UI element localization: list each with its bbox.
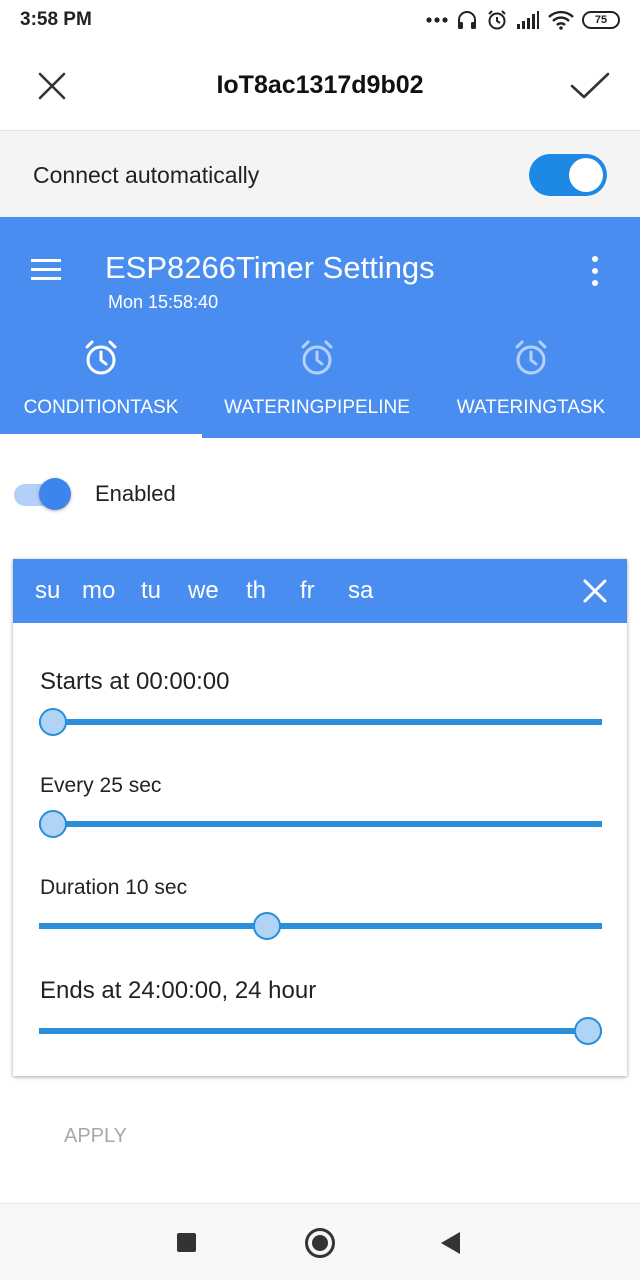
check-icon bbox=[570, 72, 610, 99]
starts-at-slider[interactable] bbox=[39, 707, 602, 737]
square-icon[interactable] bbox=[177, 1233, 196, 1252]
toggle-knob bbox=[569, 158, 603, 192]
close-icon bbox=[583, 579, 607, 603]
starts-at-label: Starts at 00:00:00 bbox=[40, 668, 230, 695]
connect-automatically-label: Connect automatically bbox=[33, 162, 260, 188]
slider-thumb[interactable] bbox=[39, 708, 67, 736]
headset-icon bbox=[456, 9, 478, 31]
every-slider[interactable] bbox=[39, 809, 602, 839]
slider-track bbox=[39, 923, 602, 929]
status-time: 3:58 PM bbox=[20, 9, 92, 30]
slider-thumb[interactable] bbox=[253, 912, 281, 940]
tab-label: CONDITIONTASK bbox=[23, 397, 179, 418]
status-icons: 75 bbox=[426, 8, 620, 32]
alarm-icon bbox=[85, 340, 117, 375]
battery-icon: 75 bbox=[582, 11, 620, 29]
status-bar: 3:58 PM 75 bbox=[0, 0, 640, 40]
day-sa[interactable]: sa bbox=[348, 577, 373, 605]
slider-track bbox=[39, 821, 602, 827]
day-fr[interactable]: fr bbox=[300, 577, 315, 605]
every-label: Every 25 sec bbox=[40, 774, 162, 797]
slider-thumb[interactable] bbox=[39, 810, 67, 838]
back-triangle-icon[interactable] bbox=[441, 1232, 460, 1254]
weekday-header: su mo tu we th fr sa bbox=[13, 559, 627, 623]
home-circle-icon[interactable] bbox=[305, 1228, 335, 1258]
dialog-title: IoT8ac1317d9b02 bbox=[216, 71, 424, 99]
day-tu[interactable]: tu bbox=[141, 577, 161, 605]
toggle-knob bbox=[39, 478, 71, 510]
tab-indicator bbox=[0, 434, 202, 438]
more-vert-icon[interactable] bbox=[580, 253, 610, 289]
tab-label: WATERINGPIPELINE bbox=[224, 397, 410, 418]
connect-automatically-toggle[interactable] bbox=[529, 154, 607, 196]
duration-slider[interactable] bbox=[39, 911, 602, 941]
tab-wateringtask[interactable]: WATERINGTASK bbox=[432, 339, 630, 438]
enabled-toggle[interactable] bbox=[14, 478, 71, 510]
menu-button[interactable] bbox=[28, 255, 64, 283]
app-bar: ESP8266Timer Settings Mon 15:58:40 CONDI… bbox=[0, 217, 640, 438]
enabled-label: Enabled bbox=[95, 481, 176, 506]
alarm-icon bbox=[486, 9, 508, 31]
day-su[interactable]: su bbox=[35, 577, 60, 605]
duration-label: Duration 10 sec bbox=[40, 876, 188, 899]
alarm-icon bbox=[301, 340, 333, 375]
ends-at-slider[interactable] bbox=[39, 1016, 602, 1046]
system-nav-bar bbox=[0, 1203, 640, 1280]
confirm-button[interactable] bbox=[566, 64, 614, 108]
alarm-icon bbox=[515, 340, 547, 375]
tab-label: WATERINGTASK bbox=[456, 397, 606, 418]
connect-automatically-row: Connect automatically bbox=[0, 130, 640, 217]
dialog-header: IoT8ac1317d9b02 bbox=[0, 40, 640, 130]
app-subtitle: Mon 15:58:40 bbox=[108, 292, 219, 312]
day-th[interactable]: th bbox=[246, 577, 266, 605]
tab-wateringpipeline[interactable]: WATERINGPIPELINE bbox=[202, 339, 432, 438]
card-close-button[interactable] bbox=[581, 577, 609, 605]
ends-at-label: Ends at 24:00:00, 24 hour bbox=[40, 977, 317, 1004]
slider-track bbox=[39, 719, 602, 725]
slider-thumb[interactable] bbox=[574, 1017, 602, 1045]
slider-track bbox=[39, 1028, 602, 1034]
apply-button[interactable]: APPLY bbox=[64, 1125, 127, 1148]
more-dots-icon bbox=[426, 17, 448, 23]
wifi-icon bbox=[548, 10, 574, 30]
day-we[interactable]: we bbox=[188, 577, 219, 605]
day-mo[interactable]: mo bbox=[82, 577, 115, 605]
signal-icon bbox=[516, 10, 540, 30]
app-title: ESP8266Timer Settings bbox=[105, 250, 435, 285]
schedule-card: su mo tu we th fr sa Starts at 00:00:00 … bbox=[13, 559, 627, 1076]
tab-conditiontask[interactable]: CONDITIONTASK bbox=[0, 339, 202, 438]
